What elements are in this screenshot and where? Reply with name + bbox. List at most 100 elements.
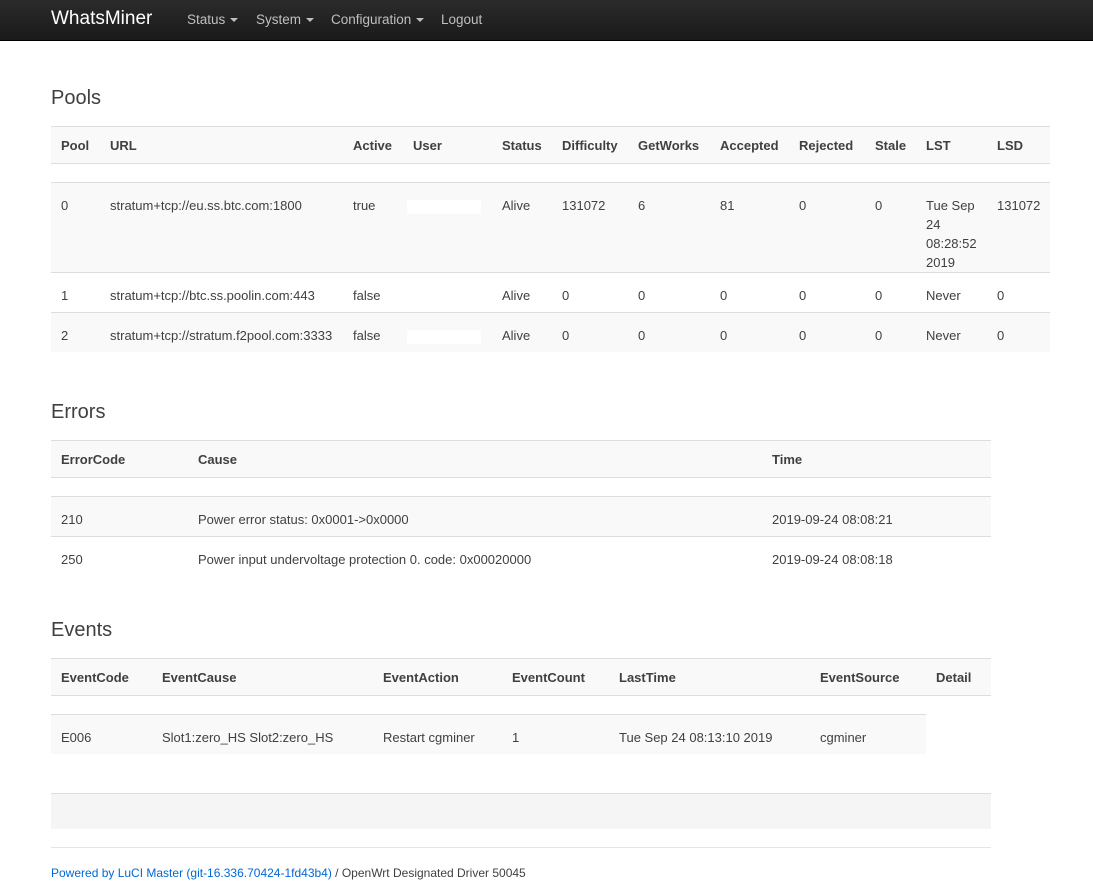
table-row: E006 Slot1:zero_HS Slot2:zero_HS Restart… [51, 714, 991, 754]
pool-index: 1 [51, 272, 100, 313]
nav-system-menu[interactable]: System [256, 12, 315, 27]
pool-stale: 0 [865, 272, 916, 313]
errors-table: ErrorCode Cause Time 210 Power error sta… [51, 440, 991, 576]
luci-version-link[interactable]: Powered by LuCI Master (git-16.336.70424… [51, 866, 332, 880]
pool-rejected: 0 [789, 182, 865, 273]
error-code: 210 [51, 496, 188, 537]
event-lasttime: Tue Sep 24 08:13:10 2019 [609, 714, 810, 754]
pool-user [403, 182, 492, 273]
redacted-user [407, 329, 481, 344]
nav-configuration-menu[interactable]: Configuration [331, 12, 425, 27]
pool-index: 2 [51, 312, 100, 352]
col-stale: Stale [865, 126, 916, 164]
pool-active: false [343, 312, 403, 352]
event-code: E006 [51, 714, 152, 754]
nav-status-menu[interactable]: Status [187, 12, 239, 27]
col-active: Active [343, 126, 403, 164]
pool-accepted: 0 [710, 312, 789, 352]
footer-divider [51, 847, 991, 848]
pools-header-row: Pool URL Active User Status Difficulty G… [51, 126, 1050, 164]
col-status: Status [492, 126, 552, 164]
pool-getworks: 0 [628, 312, 710, 352]
empty-panel [51, 793, 991, 829]
table-row: 210 Power error status: 0x0001->0x0000 2… [51, 496, 991, 537]
table-row: 1 stratum+tcp://btc.ss.poolin.com:443 fa… [51, 272, 1050, 313]
pool-getworks: 6 [628, 182, 710, 273]
table-row: 2 stratum+tcp://stratum.f2pool.com:3333 … [51, 312, 1050, 352]
col-difficulty: Difficulty [552, 126, 628, 164]
col-rejected: Rejected [789, 126, 865, 164]
pool-lsd: 0 [987, 272, 1050, 313]
col-eventcode: EventCode [51, 658, 152, 696]
events-table: EventCode EventCause EventAction EventCo… [51, 658, 991, 754]
col-eventaction: EventAction [373, 658, 502, 696]
error-code: 250 [51, 536, 188, 576]
pool-user [403, 312, 492, 352]
pool-stale: 0 [865, 182, 916, 273]
pool-stale: 0 [865, 312, 916, 352]
nav-logout-link[interactable]: Logout [441, 12, 482, 27]
pool-lst: Never [916, 272, 987, 313]
col-pool: Pool [51, 126, 100, 164]
footer-text: / OpenWrt Designated Driver 50045 [331, 866, 526, 880]
col-lst: LST [916, 126, 987, 164]
pool-active: false [343, 272, 403, 313]
col-eventsource: EventSource [810, 658, 926, 696]
col-errorcode: ErrorCode [51, 440, 188, 478]
pool-getworks: 0 [628, 272, 710, 313]
event-detail [926, 714, 991, 754]
nav-system-label: System [256, 12, 302, 27]
pool-rejected: 0 [789, 272, 865, 313]
brand-logo[interactable]: WhatsMiner [51, 8, 152, 30]
pool-url: stratum+tcp://btc.ss.poolin.com:443 [100, 272, 343, 313]
pool-difficulty: 131072 [552, 182, 628, 273]
col-cause: Cause [188, 440, 762, 478]
col-lsd: LSD [987, 126, 1050, 164]
col-eventcause: EventCause [152, 658, 373, 696]
pool-status: Alive [492, 182, 552, 273]
pool-difficulty: 0 [552, 312, 628, 352]
col-getworks: GetWorks [628, 126, 710, 164]
col-detail: Detail [926, 658, 991, 696]
pool-lst: Never [916, 312, 987, 352]
pool-rejected: 0 [789, 312, 865, 352]
pool-status: Alive [492, 272, 552, 313]
error-time: 2019-09-24 08:08:21 [762, 496, 991, 537]
pool-lsd: 131072 [987, 182, 1050, 273]
event-count: 1 [502, 714, 609, 754]
pools-table: Pool URL Active User Status Difficulty G… [51, 126, 1050, 352]
col-accepted: Accepted [710, 126, 789, 164]
col-url: URL [100, 126, 343, 164]
nav-configuration-label: Configuration [331, 12, 412, 27]
events-heading: Events [51, 619, 113, 641]
pool-accepted: 81 [710, 182, 789, 273]
pool-index: 0 [51, 182, 100, 273]
redacted-user [407, 199, 481, 214]
col-time: Time [762, 440, 991, 478]
pool-lsd: 0 [987, 312, 1050, 352]
chevron-down-icon [306, 18, 315, 23]
col-eventcount: EventCount [502, 658, 609, 696]
col-user: User [403, 126, 492, 164]
nav-status-label: Status [187, 12, 226, 27]
pool-accepted: 0 [710, 272, 789, 313]
errors-header-row: ErrorCode Cause Time [51, 440, 991, 478]
table-row: 250 Power input undervoltage protection … [51, 536, 991, 576]
error-cause: Power error status: 0x0001->0x0000 [188, 496, 762, 537]
pools-heading: Pools [51, 87, 102, 109]
col-lasttime: LastTime [609, 658, 810, 696]
chevron-down-icon [230, 18, 239, 23]
error-time: 2019-09-24 08:08:18 [762, 536, 991, 576]
errors-heading: Errors [51, 401, 106, 423]
pool-difficulty: 0 [552, 272, 628, 313]
pool-active: true [343, 182, 403, 273]
table-row: 0 stratum+tcp://eu.ss.btc.com:1800 true … [51, 182, 1050, 273]
footer: Powered by LuCI Master (git-16.336.70424… [51, 866, 526, 880]
error-cause: Power input undervoltage protection 0. c… [188, 536, 762, 576]
chevron-down-icon [416, 18, 425, 23]
pool-status: Alive [492, 312, 552, 352]
event-cause: Slot1:zero_HS Slot2:zero_HS [152, 714, 373, 754]
event-source: cgminer [810, 714, 926, 754]
pool-lst: Tue Sep 24 08:28:52 2019 [916, 182, 987, 273]
event-action: Restart cgminer [373, 714, 502, 754]
